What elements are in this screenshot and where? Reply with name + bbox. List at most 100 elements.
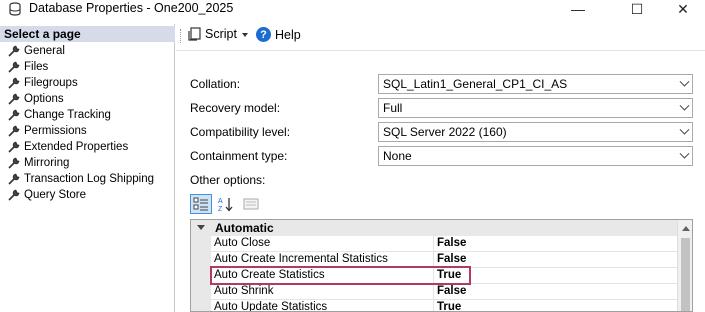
property-row-auto-create-statistics[interactable]: Auto Create Statistics True (211, 268, 677, 284)
collation-select[interactable]: SQL_Latin1_General_CP1_CI_AS (378, 74, 693, 94)
sort-alphabetical-icon: A Z (218, 198, 233, 212)
scrollbar-thumb[interactable] (681, 238, 690, 311)
property-name: Auto Close (214, 237, 271, 249)
column-divider (433, 284, 434, 300)
script-button[interactable]: Script (188, 27, 237, 41)
page-item-label: Files (24, 61, 49, 73)
containment-type-select[interactable]: None (378, 146, 693, 166)
page-item-mirroring[interactable]: Mirroring (0, 155, 175, 171)
page-item-query-store[interactable]: Query Store (0, 187, 175, 203)
property-row-auto-update-statistics[interactable]: Auto Update Statistics True (211, 300, 677, 312)
containment-type-value: None (383, 149, 412, 163)
page-item-label: Extended Properties (24, 141, 129, 153)
page-item-permissions[interactable]: Permissions (0, 123, 175, 139)
wrench-icon (8, 189, 20, 201)
vertical-scrollbar[interactable] (677, 220, 692, 311)
property-grid-toolbar: A Z (190, 194, 265, 214)
category-automatic[interactable]: Automatic (191, 220, 677, 236)
property-value[interactable]: True (437, 268, 461, 283)
property-grid: Automatic Auto Close False Auto Create I… (190, 219, 693, 312)
recovery-model-label: Recovery model: (190, 101, 281, 115)
column-divider (433, 268, 434, 284)
script-label: Script (205, 27, 237, 41)
page-item-extended-properties[interactable]: Extended Properties (0, 139, 175, 155)
alphabetical-button[interactable]: A Z (215, 194, 237, 214)
database-icon (9, 2, 21, 16)
compatibility-level-select[interactable]: SQL Server 2022 (160) (378, 122, 693, 142)
property-value[interactable]: False (437, 236, 466, 251)
containment-type-label: Containment type: (190, 149, 288, 163)
maximize-icon: ☐ (630, 0, 644, 17)
svg-text:Z: Z (218, 206, 223, 212)
chevron-down-icon (679, 100, 690, 111)
property-pages-button[interactable] (240, 194, 262, 214)
page-item-label: Mirroring (24, 157, 70, 169)
page-item-general[interactable]: General (0, 43, 175, 59)
collation-label: Collation: (190, 77, 241, 91)
close-button[interactable]: ✕ (660, 0, 705, 18)
window-title: Database Properties - One200_2025 (29, 1, 234, 15)
property-grid-gutter (191, 236, 211, 311)
help-button[interactable]: ? Help (256, 27, 301, 42)
toolbar-grip (180, 29, 181, 43)
page-item-label: Transaction Log Shipping (24, 173, 154, 185)
page-item-files[interactable]: Files (0, 59, 175, 75)
scroll-up-icon[interactable] (682, 226, 690, 231)
collapse-icon[interactable] (197, 225, 205, 230)
page-item-filegroups[interactable]: Filegroups (0, 75, 175, 91)
wrench-icon (8, 61, 20, 73)
chevron-down-icon (679, 148, 690, 159)
help-icon: ? (256, 27, 271, 42)
column-divider (433, 300, 434, 311)
wrench-icon (8, 125, 20, 137)
minimize-button[interactable]: — (555, 0, 601, 18)
property-row-auto-shrink[interactable]: Auto Shrink False (211, 284, 677, 300)
select-page-pane: Select a page General Files Filegroups O… (0, 24, 175, 312)
wrench-icon (8, 109, 20, 121)
toolbar-divider (176, 50, 705, 51)
category-label: Automatic (215, 221, 274, 235)
categorized-icon (193, 197, 208, 211)
compatibility-level-value: SQL Server 2022 (160) (383, 125, 507, 139)
wrench-icon (8, 141, 20, 153)
column-divider (433, 236, 434, 252)
toolbar: Script ? Help (176, 24, 705, 48)
categorized-button[interactable] (190, 194, 212, 214)
close-icon: ✕ (677, 0, 689, 17)
page-item-label: Query Store (24, 189, 86, 201)
script-dropdown-arrow-icon[interactable] (242, 33, 248, 37)
property-name: Auto Shrink (214, 285, 274, 297)
page-list: General Files Filegroups Options Change … (0, 43, 175, 203)
select-page-header: Select a page (0, 26, 175, 42)
collation-value: SQL_Latin1_General_CP1_CI_AS (383, 77, 568, 91)
column-divider (433, 252, 434, 268)
page-item-options[interactable]: Options (0, 91, 175, 107)
wrench-icon (8, 157, 20, 169)
property-name: Auto Create Incremental Statistics (214, 253, 388, 265)
recovery-model-select[interactable]: Full (378, 98, 693, 118)
page-item-change-tracking[interactable]: Change Tracking (0, 107, 175, 123)
property-row-auto-close[interactable]: Auto Close False (211, 236, 677, 252)
property-value[interactable]: False (437, 284, 466, 299)
wrench-icon (8, 173, 20, 185)
page-item-label: Options (24, 93, 64, 105)
title-bar: Database Properties - One200_2025 — ☐ ✕ (0, 0, 705, 18)
property-value[interactable]: True (437, 300, 461, 311)
property-pages-icon (243, 198, 259, 210)
page-item-label: General (24, 45, 65, 57)
wrench-icon (8, 93, 20, 105)
page-item-label: Filegroups (24, 77, 78, 89)
property-row-auto-create-incremental-statistics[interactable]: Auto Create Incremental Statistics False (211, 252, 677, 268)
property-name: Auto Update Statistics (214, 301, 328, 312)
page-item-transaction-log-shipping[interactable]: Transaction Log Shipping (0, 171, 175, 187)
page-item-label: Permissions (24, 125, 87, 137)
property-value[interactable]: False (437, 252, 466, 267)
recovery-model-value: Full (383, 101, 403, 115)
property-name: Auto Create Statistics (214, 269, 325, 281)
compatibility-level-label: Compatibility level: (190, 125, 291, 139)
help-label: Help (275, 27, 301, 42)
other-options-label: Other options: (190, 173, 266, 187)
wrench-icon (8, 45, 20, 57)
maximize-button[interactable]: ☐ (614, 0, 660, 18)
svg-text:A: A (218, 198, 223, 205)
